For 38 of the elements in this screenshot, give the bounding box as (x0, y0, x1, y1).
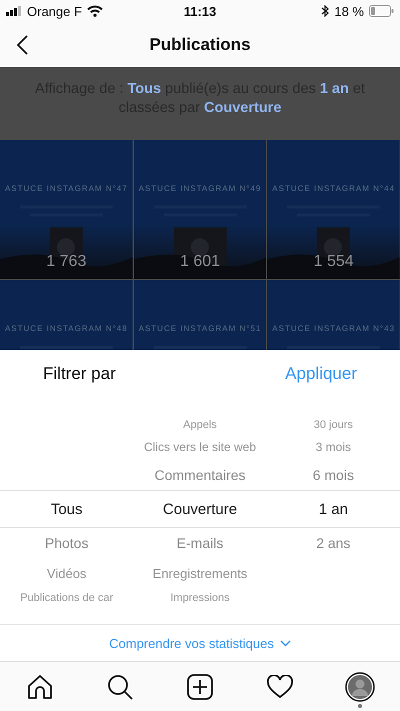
picker-option[interactable]: Vidéos (46, 566, 86, 580)
wifi-icon (86, 5, 103, 17)
signal-icon (6, 6, 22, 16)
post-title: ASTUCE INSTAGRAM N°51 (138, 324, 262, 333)
picker-option[interactable]: Enregistrements (152, 566, 248, 580)
apply-button[interactable]: Appliquer (285, 364, 357, 384)
back-icon[interactable] (16, 34, 28, 54)
chevron-down-icon[interactable] (280, 640, 291, 646)
picker-option[interactable]: Couverture (162, 500, 238, 518)
avatar-icon[interactable] (345, 672, 375, 702)
picker-option[interactable]: Publications de car (20, 592, 114, 604)
add-icon[interactable] (187, 674, 213, 700)
picker-option[interactable]: Photos (44, 535, 88, 551)
home-icon[interactable] (27, 674, 53, 700)
heart-icon[interactable] (267, 674, 293, 698)
picker-option[interactable]: 3 mois (316, 440, 351, 454)
picker-option[interactable]: 6 mois (312, 467, 354, 483)
filter-title: Filtrer par (43, 364, 116, 384)
search-icon[interactable] (107, 674, 133, 700)
post-title: ASTUCE INSTAGRAM N°43 (272, 324, 396, 333)
battery-percent: 18 % (334, 4, 364, 18)
carrier-name: Orange F (27, 4, 82, 18)
page-title: Publications (149, 34, 251, 54)
picker-option[interactable]: Clics vers le site web (144, 440, 256, 454)
picker-option[interactable]: Impressions (170, 592, 230, 604)
picker-option[interactable]: 1 an (318, 500, 348, 518)
clock-time: 11:13 (184, 4, 216, 18)
picker-option[interactable]: Commentaires (154, 467, 246, 483)
battery-icon (369, 5, 394, 17)
picker-option[interactable]: 30 jours (314, 419, 353, 431)
post-title: ASTUCE INSTAGRAM N°48 (4, 324, 128, 333)
picker-option[interactable]: Appels (183, 419, 217, 431)
picker-option[interactable]: Tous (50, 500, 82, 518)
picker-option[interactable]: 2 ans (316, 535, 350, 551)
statistics-help-link[interactable]: Comprendre vos statistiques (109, 636, 274, 650)
bluetooth-icon (321, 5, 330, 17)
picker-option[interactable]: E-mails (176, 535, 224, 551)
active-tab-dot (358, 704, 362, 708)
